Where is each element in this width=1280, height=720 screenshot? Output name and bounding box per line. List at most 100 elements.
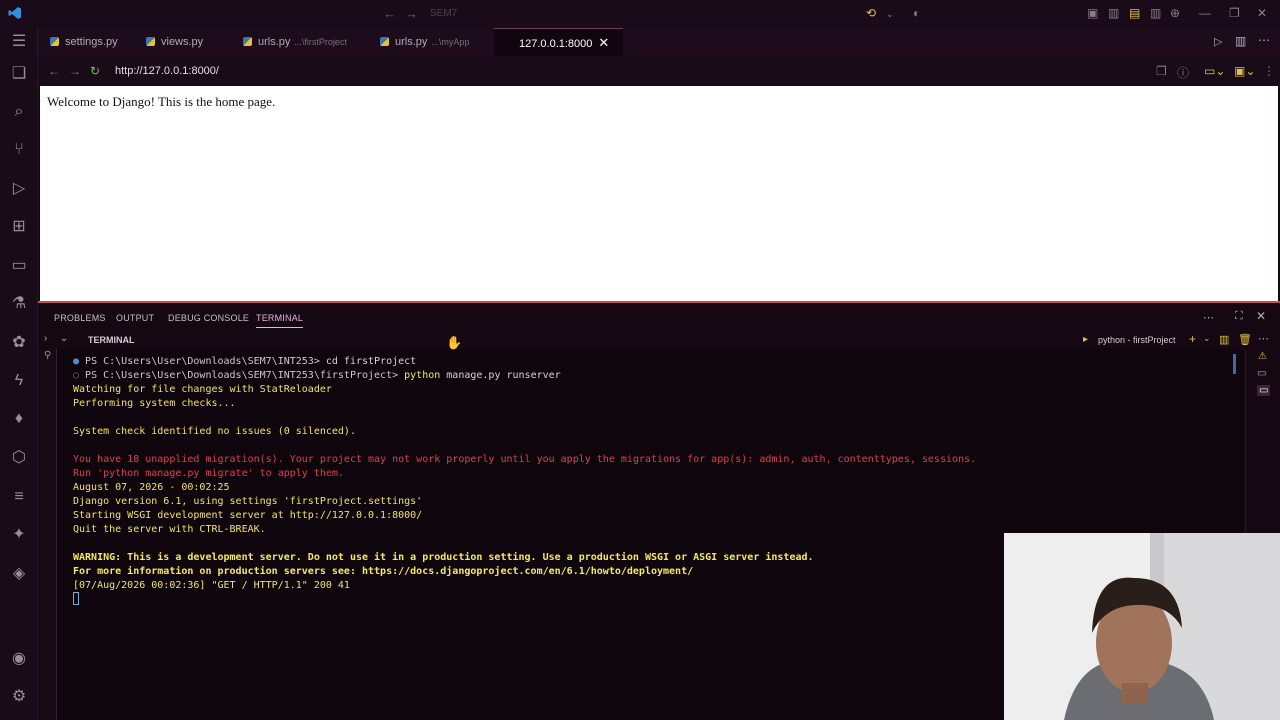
list-icon[interactable]: ≡ <box>9 487 29 507</box>
menu-icon[interactable]: ☰ <box>9 32 29 52</box>
activity-bar: ☰ ❏ ⌕ ⑂ ▷ ⊞ ▭ ⚗ ✿ ϟ ♦ ⬡ ≡ ✦ ◈ ◉ ⚙ <box>0 28 38 720</box>
copilot-chat-icon[interactable]: ⟲ <box>866 6 876 20</box>
toggle-sidebar-icon[interactable]: ▥ <box>1108 6 1119 20</box>
terminal-section-title: TERMINAL <box>88 335 135 345</box>
tab-browser-preview[interactable]: 127.0.0.1:8000 ✕ <box>494 28 624 56</box>
terminal-icon[interactable]: ▭ <box>1257 385 1271 396</box>
terminal-prompt: PS C:\Users\User\Downloads\SEM7\INT253> <box>85 356 326 367</box>
kill-terminal-icon[interactable]: 🗑 <box>1238 333 1252 346</box>
python-file-icon <box>380 37 389 46</box>
chevron-down-icon[interactable]: ⌄ <box>886 9 894 20</box>
terminal-line: [07/Aug/2026 00:02:36] "GET / HTTP/1.1" … <box>73 580 350 591</box>
tab-output[interactable]: OUTPUT <box>116 313 154 323</box>
close-tab-icon[interactable]: ✕ <box>598 35 609 50</box>
terminal-prompt: PS C:\Users\User\Downloads\SEM7\INT253\f… <box>85 370 405 381</box>
warning-icon[interactable]: ⚠ <box>1258 351 1267 362</box>
tab-urls-py-firstproject[interactable]: urls.py ...\firstProject <box>243 28 347 56</box>
webcam-overlay <box>1004 533 1280 720</box>
browser-viewport: Welcome to Django! This is the home page… <box>40 86 1278 301</box>
tab-urls-py-myapp[interactable]: urls.py ...\myApp <box>380 28 469 56</box>
terminal-command: cd firstProject <box>325 356 417 367</box>
terminal-line: August 07, 2026 - 00:02:25 <box>73 482 230 493</box>
terminal-icon[interactable]: ▭ <box>1257 368 1266 379</box>
back-arrow-icon[interactable]: ← <box>383 6 396 21</box>
terminal-line: Starting WSGI development server at http… <box>73 510 423 521</box>
python-file-icon <box>146 37 155 46</box>
extensions-icon[interactable]: ⊞ <box>9 217 29 237</box>
terminal-line: Performing system checks... <box>73 398 236 409</box>
thunder-icon[interactable]: ϟ <box>9 371 29 391</box>
toggle-secondary-sidebar-icon[interactable]: ▥ <box>1150 6 1161 20</box>
split-terminal-icon[interactable]: ▥ <box>1219 333 1229 346</box>
tab-label: views.py <box>161 36 204 48</box>
terminal-section-header: › ⌄ TERMINAL ▸ python - firstProject + ⌄… <box>38 331 1280 349</box>
testing-icon[interactable]: ⚗ <box>9 294 29 314</box>
maximize-panel-icon[interactable]: ⛶ <box>1235 310 1243 323</box>
run-debug-icon[interactable]: ▷ <box>9 179 29 199</box>
extension-puzzle-icon[interactable]: ✿ <box>9 333 29 353</box>
tab-views-py[interactable]: views.py <box>146 28 203 56</box>
tab-problems[interactable]: PROBLEMS <box>54 313 106 323</box>
terminal-profile-label[interactable]: python - firstProject <box>1098 335 1176 345</box>
explorer-icon[interactable]: ❏ <box>9 64 29 84</box>
more-actions-icon[interactable]: ⋯ <box>1258 33 1270 47</box>
tab-settings-py[interactable]: settings.py <box>50 28 118 56</box>
account-icon[interactable]: ◉ <box>9 649 29 669</box>
terminal-line: ○ PS C:\Users\User\Downloads\SEM7\INT253… <box>73 370 561 381</box>
layout-icon[interactable]: ▣ <box>1087 6 1098 20</box>
terminal-command-args: manage.py runserver <box>440 370 561 381</box>
tab-label: urls.py <box>258 36 291 48</box>
python-icon[interactable]: ◈ <box>9 564 29 584</box>
tab-path-hint: ...\firstProject <box>294 37 347 47</box>
minimize-icon[interactable]: — <box>1199 6 1211 20</box>
remote-explorer-icon[interactable]: ▭ <box>9 256 29 276</box>
run-icon[interactable]: ▷ <box>1214 35 1222 48</box>
mongo-leaf-icon[interactable]: ♦ <box>9 409 29 429</box>
terminal-cursor <box>73 592 79 605</box>
more-icon[interactable]: ⋮ <box>1263 64 1275 78</box>
terminal-command: python <box>404 370 441 381</box>
terminal-profile-icon: ▸ <box>1083 334 1089 345</box>
terminal-line: Django version 6.1, using settings 'firs… <box>73 496 423 507</box>
terminal-line: Quit the server with CTRL-BREAK. <box>73 524 266 535</box>
toggle-panel-icon[interactable]: ▤ <box>1129 6 1140 20</box>
browser-options-icon[interactable]: ▭⌄ <box>1204 64 1225 78</box>
tab-debug-console[interactable]: DEBUG CONSOLE <box>168 313 249 323</box>
url-input[interactable]: http://127.0.0.1:8000/ <box>115 65 219 77</box>
terminal-line: For more information on production serve… <box>73 566 694 577</box>
devtools-icon[interactable]: ❐ <box>1156 64 1167 78</box>
package-icon[interactable]: ⬡ <box>9 448 29 468</box>
chevron-right-icon[interactable]: › <box>44 333 47 344</box>
new-terminal-icon[interactable]: + <box>1189 332 1196 346</box>
add-element-icon[interactable]: ▣⌄ <box>1234 64 1255 78</box>
reload-icon[interactable]: ↻ <box>90 64 100 78</box>
info-icon[interactable]: ⓘ <box>1177 64 1189 81</box>
pin-icon[interactable]: ⚲ <box>44 350 51 361</box>
chevron-down-icon[interactable]: ⌄ <box>1203 333 1211 344</box>
back-icon[interactable]: ← <box>48 64 60 78</box>
split-editor-icon[interactable]: ▥ <box>1235 34 1246 48</box>
command-center-search[interactable]: SEM7 <box>410 4 870 24</box>
accounts-shield-icon[interactable]: ◐ <box>913 6 920 20</box>
settings-gear-icon[interactable]: ⚙ <box>9 687 29 707</box>
close-panel-icon[interactable]: ✕ <box>1256 309 1266 323</box>
search-icon[interactable]: ⌕ <box>9 102 29 122</box>
restore-icon[interactable]: ❐ <box>1229 6 1240 20</box>
close-window-icon[interactable]: ✕ <box>1257 6 1267 20</box>
tab-label: urls.py <box>395 36 428 48</box>
source-control-icon[interactable]: ⑂ <box>9 140 29 160</box>
more-actions-icon[interactable]: ⋯ <box>1203 311 1214 324</box>
tab-terminal[interactable]: TERMINAL <box>256 313 304 328</box>
forward-icon[interactable]: → <box>69 64 81 78</box>
globe-icon[interactable]: ⊕ <box>1170 6 1180 20</box>
person-video-image <box>1004 533 1280 720</box>
terminal-scrollbar[interactable] <box>1233 354 1236 374</box>
more-actions-icon[interactable]: ⋯ <box>1258 332 1269 345</box>
panel-tab-bar: PROBLEMS OUTPUT DEBUG CONSOLE TERMINAL ⋯… <box>38 303 1280 331</box>
copilot-icon[interactable]: ✦ <box>9 525 29 545</box>
tab-label: 127.0.0.1:8000 <box>519 38 593 50</box>
chevron-down-icon[interactable]: ⌄ <box>60 333 68 344</box>
mouse-cursor-icon: ✋ <box>446 335 463 350</box>
terminal-line: Watching for file changes with StatReloa… <box>73 384 332 395</box>
terminal-line: Run 'python manage.py migrate' to apply … <box>73 468 344 479</box>
